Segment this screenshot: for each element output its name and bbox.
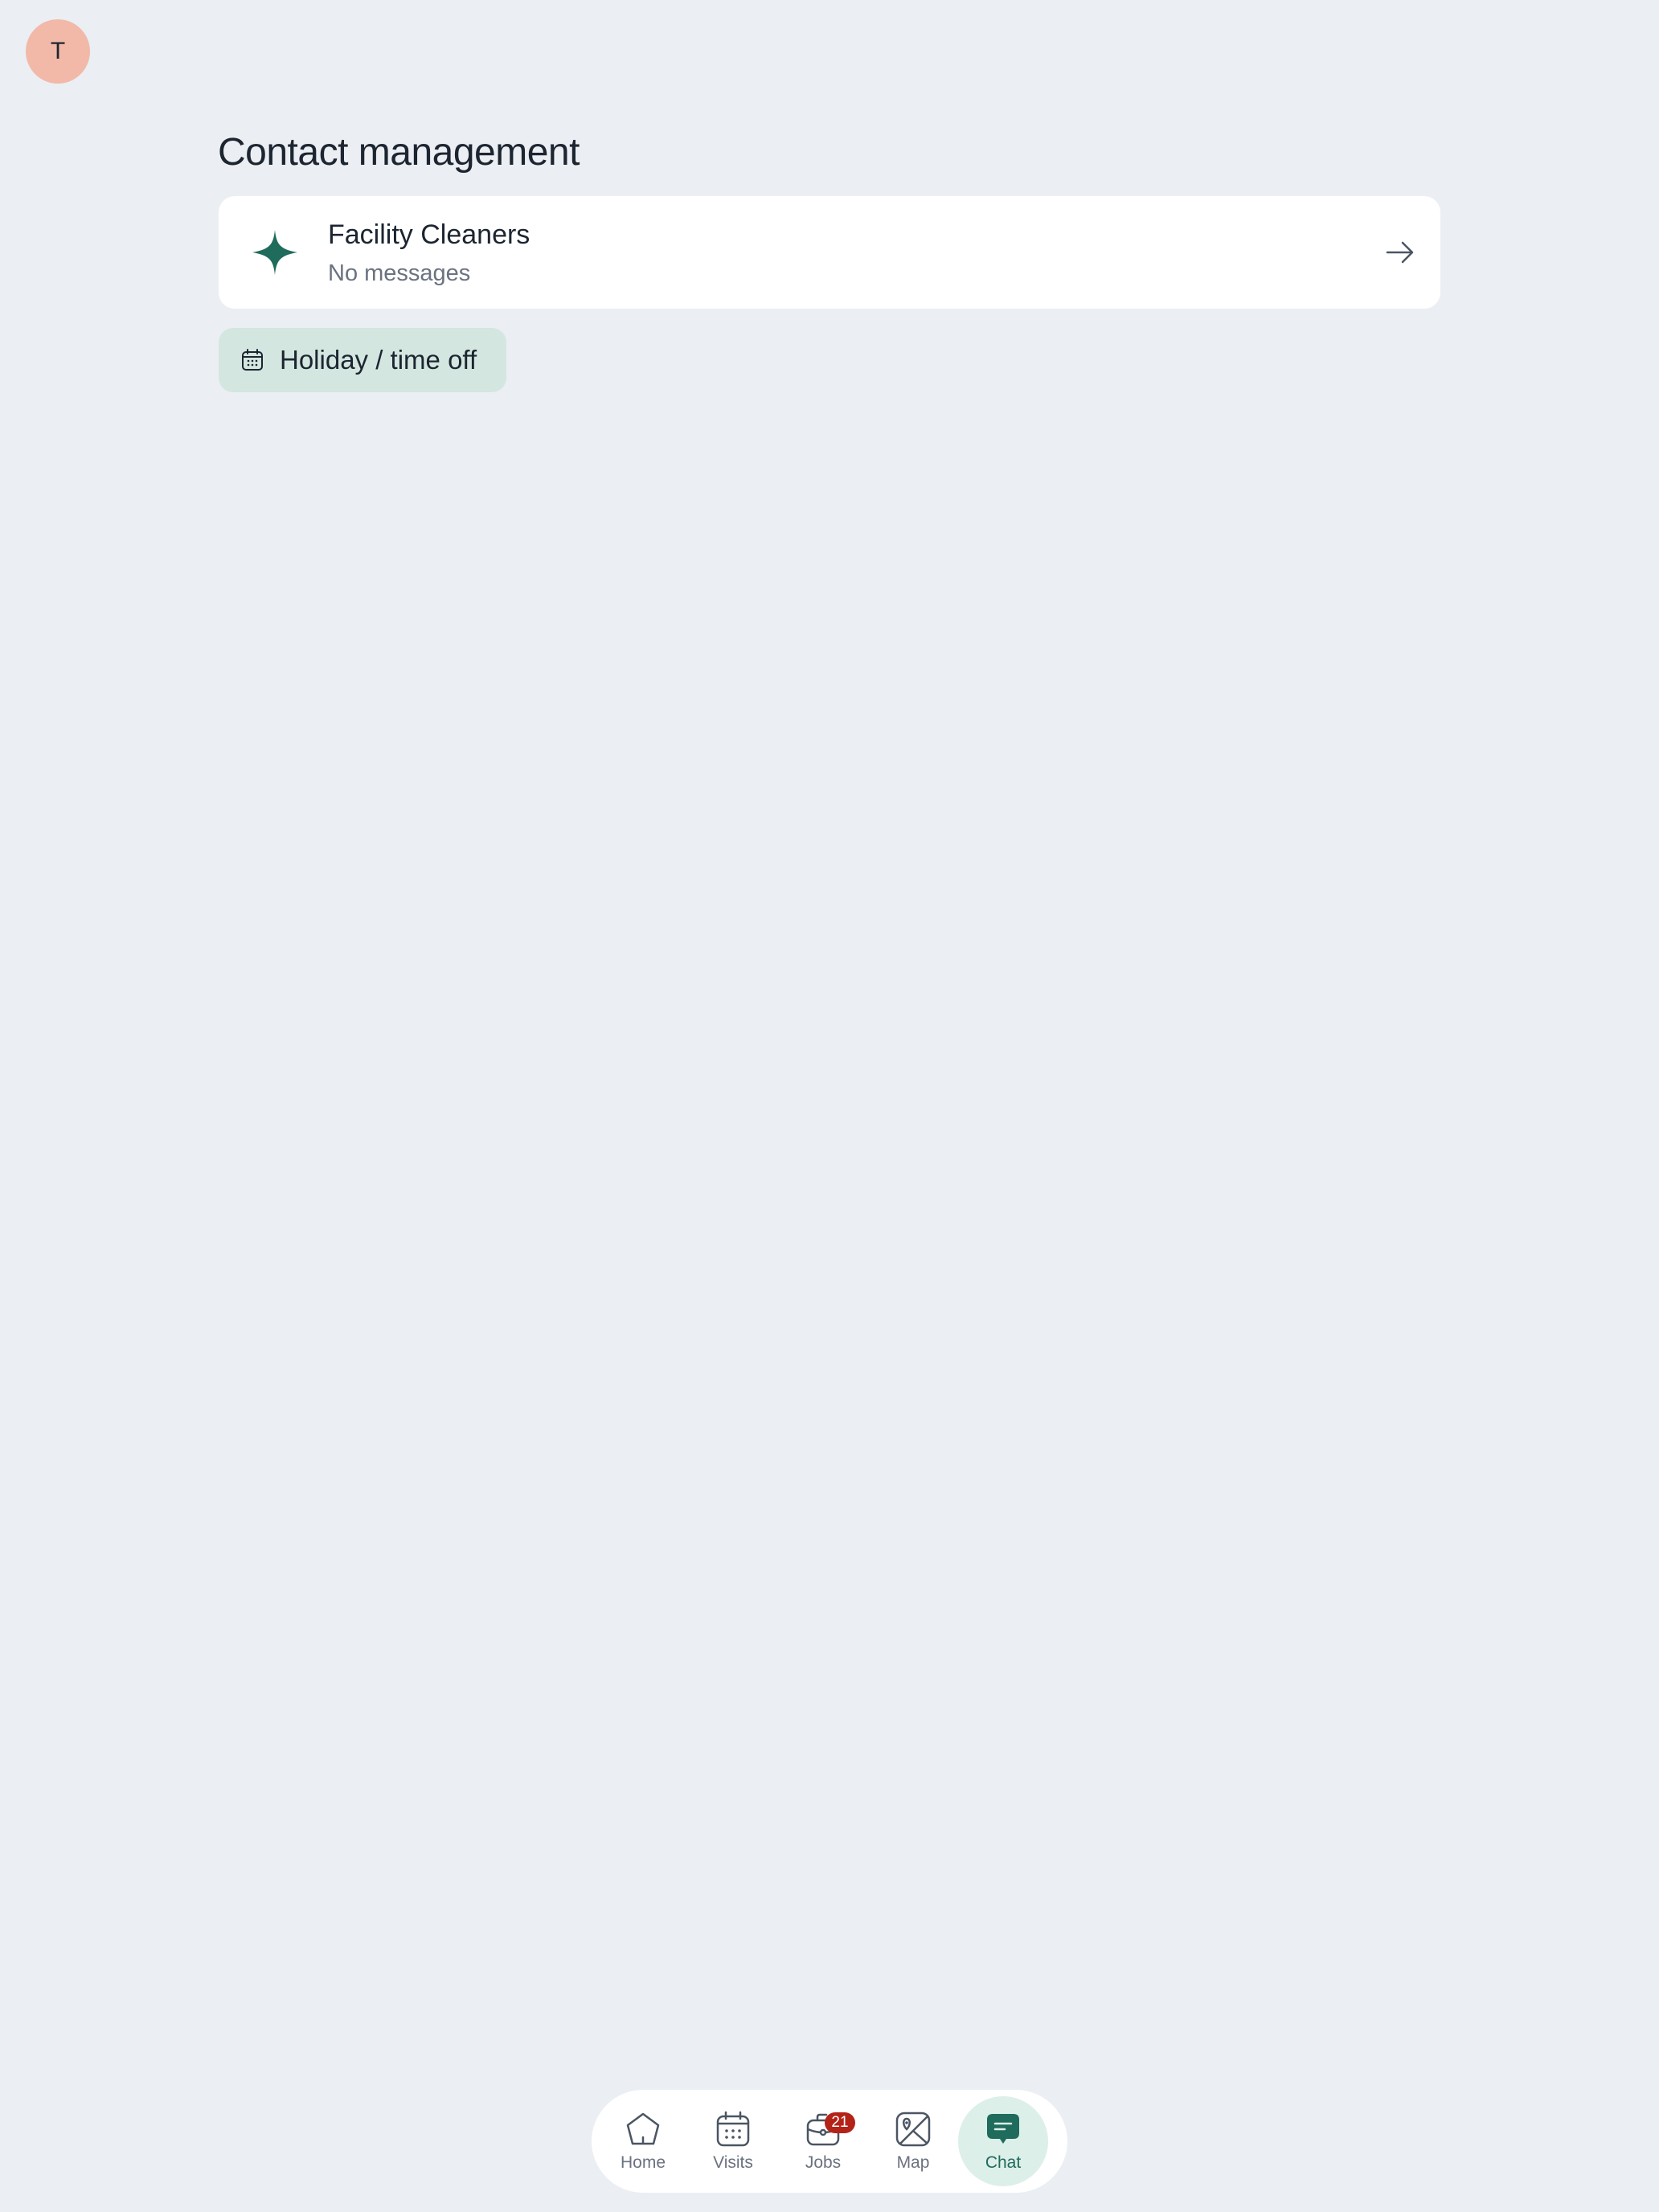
contact-card-facility-cleaners[interactable]: Facility Cleaners No messages bbox=[219, 196, 1440, 309]
calendar-icon bbox=[716, 2111, 750, 2147]
chat-icon bbox=[987, 2114, 1019, 2144]
nav-item-jobs[interactable]: 21 Jobs bbox=[778, 2096, 868, 2186]
nav-label-jobs: Jobs bbox=[805, 2153, 842, 2172]
calendar-icon bbox=[242, 349, 263, 371]
sparkle-icon bbox=[252, 230, 297, 275]
nav-item-home[interactable]: Home bbox=[598, 2096, 688, 2186]
holiday-button-label: Holiday / time off bbox=[280, 345, 477, 375]
home-icon bbox=[626, 2112, 660, 2145]
avatar-initial: T bbox=[50, 38, 66, 64]
nav-label-chat: Chat bbox=[985, 2153, 1022, 2172]
nav-label-visits: Visits bbox=[713, 2153, 753, 2172]
contact-name: Facility Cleaners bbox=[328, 219, 530, 250]
map-icon bbox=[895, 2112, 931, 2147]
nav-item-map[interactable]: Map bbox=[868, 2096, 958, 2186]
bottom-nav: Home Visits 21 Jobs Map Chat bbox=[592, 2090, 1067, 2193]
jobs-count-badge: 21 bbox=[825, 2112, 855, 2133]
page-title: Contact management bbox=[218, 131, 580, 174]
user-avatar[interactable]: T bbox=[26, 19, 90, 84]
nav-item-visits[interactable]: Visits bbox=[688, 2096, 778, 2186]
holiday-time-off-button[interactable]: Holiday / time off bbox=[219, 328, 506, 392]
nav-item-chat[interactable]: Chat bbox=[958, 2096, 1048, 2186]
contact-last-message: No messages bbox=[328, 260, 471, 286]
nav-label-map: Map bbox=[896, 2153, 930, 2172]
arrow-right-icon[interactable] bbox=[1384, 236, 1416, 268]
nav-label-home: Home bbox=[620, 2153, 666, 2172]
